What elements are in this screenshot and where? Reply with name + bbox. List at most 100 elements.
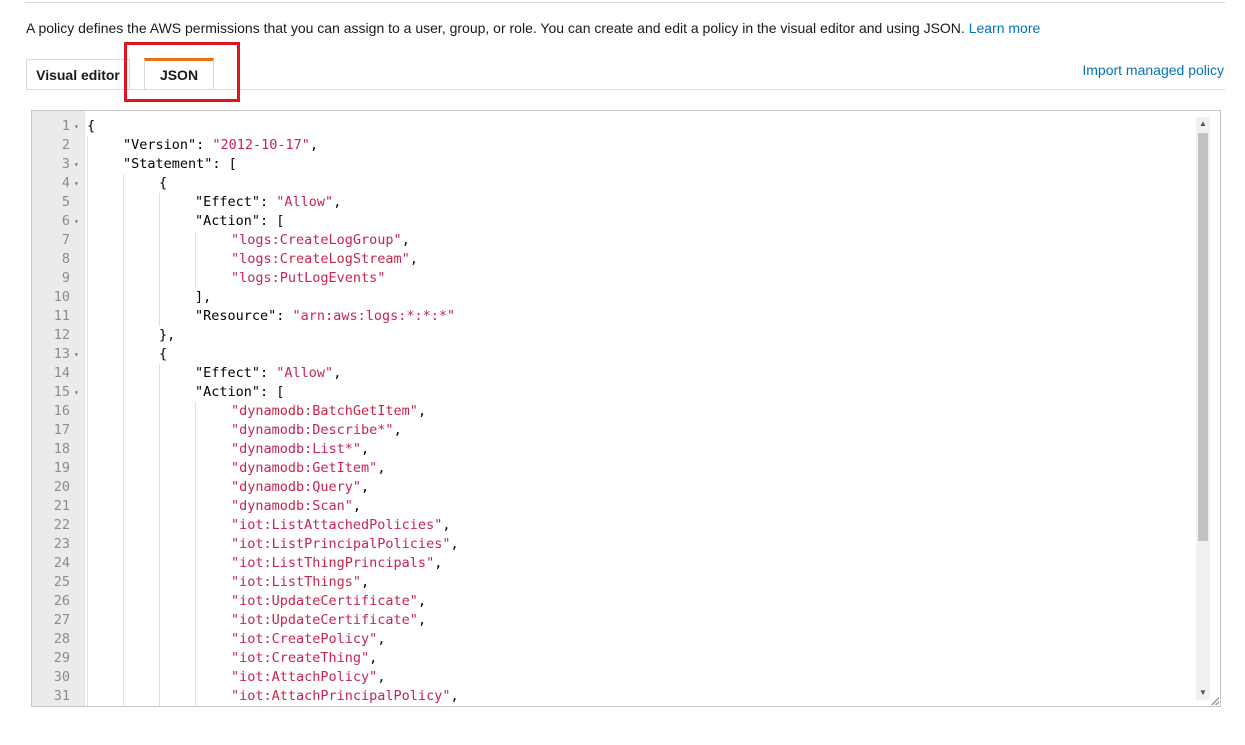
code-line[interactable]: 29 "iot:CreateThing", [32,649,1220,668]
code-line[interactable]: 7 "logs:CreateLogGroup", [32,231,1220,250]
code-line[interactable]: 18 "dynamodb:List*", [32,440,1220,459]
scroll-down-arrow-icon[interactable]: ▼ [1198,687,1208,699]
tab-visual-editor[interactable]: Visual editor [26,59,130,89]
code-lines[interactable]: 1 ▾{2 "Version": "2012-10-17", 3 ▾ "Statement… [32,117,1220,706]
code-text: "iot:UpdateCertificate", [231,611,426,630]
code-line[interactable]: 22 "iot:ListAttachedPolicies", [32,516,1220,535]
code-line[interactable]: 23 "iot:ListPrincipalPolicies", [32,535,1220,554]
indent-guide [87,136,88,706]
code-text: "iot:AttachPolicy", [231,668,385,687]
line-number: 29 [53,650,70,666]
import-managed-policy-link[interactable]: Import managed policy [1082,62,1224,78]
line-number: 24 [53,555,70,571]
code-text: { [159,345,167,364]
resize-handle-icon[interactable] [1211,697,1219,705]
code-line[interactable]: 21 "dynamodb:Scan", [32,497,1220,516]
code-line[interactable]: 31 "iot:AttachPrincipalPolicy", [32,687,1220,706]
string-token: "iot:UpdateCertificate" [231,612,418,628]
line-number: 3 [61,156,70,172]
punctuation-token: , [450,536,459,552]
code-line[interactable]: 6 ▾ "Action": [ [32,212,1220,231]
code-text: "dynamodb:List*", [231,440,369,459]
punctuation-token: , [442,517,451,533]
punctuation-token: , [417,612,427,628]
code-line[interactable]: 19 "dynamodb:GetItem", [32,459,1220,478]
punctuation-token: , [409,251,418,267]
code-line[interactable]: 2 "Version": "2012-10-17", [32,136,1220,155]
punctuation-token: { [87,118,96,134]
code-line[interactable]: 3 ▾ "Statement": [ [32,155,1220,174]
fold-toggle-icon[interactable]: ▾ [74,212,79,231]
line-number: 2 [61,137,70,153]
string-token: "dynamodb:List*" [231,441,362,457]
code-line[interactable]: 20 "dynamodb:Query", [32,478,1220,497]
string-token: "iot:ListThings" [231,574,362,590]
punctuation-token: "Statement": [ [123,156,237,172]
code-line[interactable]: 5 "Effect": "Allow", [32,193,1220,212]
punctuation-token: , [417,593,427,609]
learn-more-link[interactable]: Learn more [969,20,1041,36]
code-text: "dynamodb:BatchGetItem", [231,402,426,421]
code-line[interactable]: 30 "iot:AttachPolicy", [32,668,1220,687]
code-line[interactable]: 13 ▾ { [32,345,1220,364]
code-line[interactable]: 16 "dynamodb:BatchGetItem", [32,402,1220,421]
string-token: "iot:AttachPolicy" [231,669,378,685]
policy-description: A policy defines the AWS permissions tha… [26,20,1040,36]
code-line[interactable]: 25 "iot:ListThings", [32,573,1220,592]
line-number: 30 [53,669,70,685]
tab-json[interactable]: JSON [144,58,214,89]
code-line[interactable]: 9 "logs:PutLogEvents" [32,269,1220,288]
code-line[interactable]: 11 "Resource": "arn:aws:logs:*:*:*" [32,307,1220,326]
string-token: "Allow" [276,194,334,210]
code-line[interactable]: 24 "iot:ListThingPrincipals", [32,554,1220,573]
code-line[interactable]: 26 "iot:UpdateCertificate", [32,592,1220,611]
code-text: "Version": "2012-10-17", [123,136,318,155]
punctuation-token: , [377,460,386,476]
line-number: 27 [53,612,70,628]
code-text: "iot:ListThings", [231,573,369,592]
line-number: 1 [61,118,70,134]
code-text: "iot:ListPrincipalPolicies", [231,535,459,554]
scrollbar-thumb[interactable] [1198,133,1208,541]
fold-toggle-icon[interactable]: ▾ [74,345,79,364]
code-line[interactable]: 14 "Effect": "Allow", [32,364,1220,383]
tabs-underline [26,89,1225,90]
fold-toggle-icon[interactable]: ▾ [74,383,79,402]
code-line[interactable]: 1 ▾ { [32,117,1220,136]
fold-toggle-icon[interactable]: ▾ [74,155,79,174]
punctuation-token: "Effect": [195,194,277,210]
code-line[interactable]: 4 ▾ { [32,174,1220,193]
string-token: "iot:ListThingPrincipals" [231,555,435,571]
punctuation-token: , [333,365,342,381]
line-number: 8 [61,251,70,267]
line-number: 26 [53,593,70,609]
string-token: "logs:CreateLogGroup" [231,232,402,248]
string-token: "dynamodb:Describe*" [231,422,394,438]
code-text: { [159,174,167,193]
punctuation-token: , [352,498,362,514]
punctuation-token: , [361,441,370,457]
code-line[interactable]: 12}, [32,326,1220,345]
string-token: "iot:ListPrincipalPolicies" [231,536,451,552]
code-line[interactable]: 10], [32,288,1220,307]
fold-toggle-icon[interactable]: ▾ [74,117,79,136]
line-number: 9 [61,270,70,286]
scroll-up-arrow-icon[interactable]: ▲ [1198,118,1208,130]
string-token: "dynamodb:GetItem" [231,460,378,476]
code-line[interactable]: 17 "dynamodb:Describe*", [32,421,1220,440]
punctuation-token: "Resource": [195,308,293,324]
code-line[interactable]: 27 "iot:UpdateCertificate", [32,611,1220,630]
code-line[interactable]: 8 "logs:CreateLogStream", [32,250,1220,269]
string-token: "2012-10-17" [212,137,310,153]
code-line[interactable]: 28 "iot:CreatePolicy", [32,630,1220,649]
code-text: "iot:ListAttachedPolicies", [231,516,450,535]
string-token: "dynamodb:Scan" [231,498,353,514]
fold-toggle-icon[interactable]: ▾ [74,174,79,193]
json-code-editor[interactable]: 1 ▾{2 "Version": "2012-10-17", 3 ▾ "Statement… [31,110,1221,707]
punctuation-token: , [417,403,427,419]
code-line[interactable]: 15 ▾ "Action": [ [32,383,1220,402]
punctuation-token: "Version": [123,137,213,153]
punctuation-token: "Action": [ [195,384,285,400]
code-text: { [87,117,95,136]
indent-guide [123,174,124,706]
